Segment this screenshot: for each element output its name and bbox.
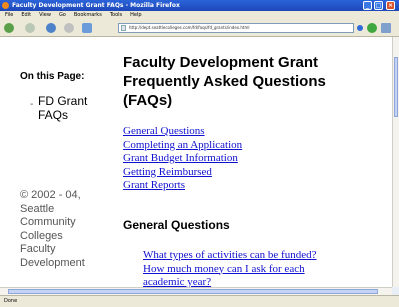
question-link-activities[interactable]: What types of activities can be funded? xyxy=(143,249,317,263)
menu-bar: File Edit View Go Bookmarks Tools Help xyxy=(0,11,399,20)
toc-link-completing-application[interactable]: Completing an Application xyxy=(123,139,242,153)
stop-icon[interactable] xyxy=(64,23,74,33)
window-title: Faculty Development Grant FAQs - Mozilla… xyxy=(12,2,180,9)
title-line: Faculty Development Grant xyxy=(123,54,319,71)
section-heading: General Questions xyxy=(123,218,230,232)
search-icon[interactable] xyxy=(381,23,391,33)
home-icon[interactable] xyxy=(82,23,92,33)
question-link-money[interactable]: How much money can I ask for each xyxy=(143,263,317,277)
minimize-button[interactable]: _ xyxy=(363,1,372,10)
maximize-button[interactable]: □ xyxy=(374,1,383,10)
footer-line: © 2002 - 04, xyxy=(20,189,81,201)
reload-icon[interactable] xyxy=(46,23,56,33)
scrollbar-thumb[interactable] xyxy=(394,57,398,117)
go-icon[interactable] xyxy=(367,23,377,33)
page-icon xyxy=(121,25,126,31)
sidebar-link-line: FD Grant xyxy=(38,94,88,108)
menu-go[interactable]: Go xyxy=(59,12,66,18)
toc-link-grant-budget[interactable]: Grant Budget Information xyxy=(123,152,242,166)
title-line: Frequently Asked Questions xyxy=(123,73,326,90)
sidebar-link-line: FAQs xyxy=(38,108,69,122)
copyright-footer: © 2002 - 04, Seattle Community Colleges … xyxy=(20,189,95,270)
address-text: http://dept.seattlecolleges.com/fd/faqs/… xyxy=(129,25,250,30)
close-button[interactable]: × xyxy=(386,1,395,10)
page-content: On this Page: - FD Grant FAQs © 2002 - 0… xyxy=(0,37,392,287)
table-of-contents: General Questions Completing an Applicat… xyxy=(123,125,242,193)
firefox-icon xyxy=(2,2,9,9)
toc-link-general-questions[interactable]: General Questions xyxy=(123,125,242,139)
status-bar: Done xyxy=(0,295,399,307)
menu-tools[interactable]: Tools xyxy=(110,12,122,18)
sidebar-heading: On this Page: xyxy=(20,71,85,82)
footer-line: Faculty xyxy=(20,243,56,255)
question-link-money-cont[interactable]: academic year? xyxy=(143,276,317,287)
menu-view[interactable]: View xyxy=(39,12,51,18)
toc-link-getting-reimbursed[interactable]: Getting Reimbursed xyxy=(123,166,242,180)
hscrollbar-thumb[interactable] xyxy=(8,289,378,294)
footer-line: Community xyxy=(20,216,76,228)
browser-window: Faculty Development Grant FAQs - Mozilla… xyxy=(0,0,399,307)
forward-icon[interactable] xyxy=(25,23,35,33)
bullet-marker: - xyxy=(30,99,34,110)
vertical-scrollbar[interactable] xyxy=(392,37,399,287)
back-icon[interactable] xyxy=(4,23,14,33)
footer-line: Colleges xyxy=(20,229,63,242)
sidebar-link-fd-grant-faqs[interactable]: FD Grant FAQs xyxy=(38,94,98,122)
title-line: (FAQs) xyxy=(123,92,173,109)
navigation-toolbar: http://dept.seattlecolleges.com/fd/faqs/… xyxy=(0,20,399,37)
menu-bookmarks[interactable]: Bookmarks xyxy=(74,12,102,18)
title-bar: Faculty Development Grant FAQs - Mozilla… xyxy=(0,0,399,11)
menu-edit[interactable]: Edit xyxy=(21,12,31,18)
footer-line: Development xyxy=(20,256,85,269)
status-text: Done xyxy=(4,298,18,304)
toc-link-grant-reports[interactable]: Grant Reports xyxy=(123,179,242,193)
dropdown-icon[interactable] xyxy=(357,25,363,31)
page-title: Faculty Development Grant Frequently Ask… xyxy=(123,53,388,110)
question-list: What types of activities can be funded? … xyxy=(143,249,317,287)
footer-line: Seattle xyxy=(20,202,55,215)
menu-help[interactable]: Help xyxy=(130,12,141,18)
menu-file[interactable]: File xyxy=(5,12,13,18)
horizontal-scrollbar[interactable] xyxy=(0,287,392,295)
address-bar[interactable]: http://dept.seattlecolleges.com/fd/faqs/… xyxy=(118,23,354,33)
